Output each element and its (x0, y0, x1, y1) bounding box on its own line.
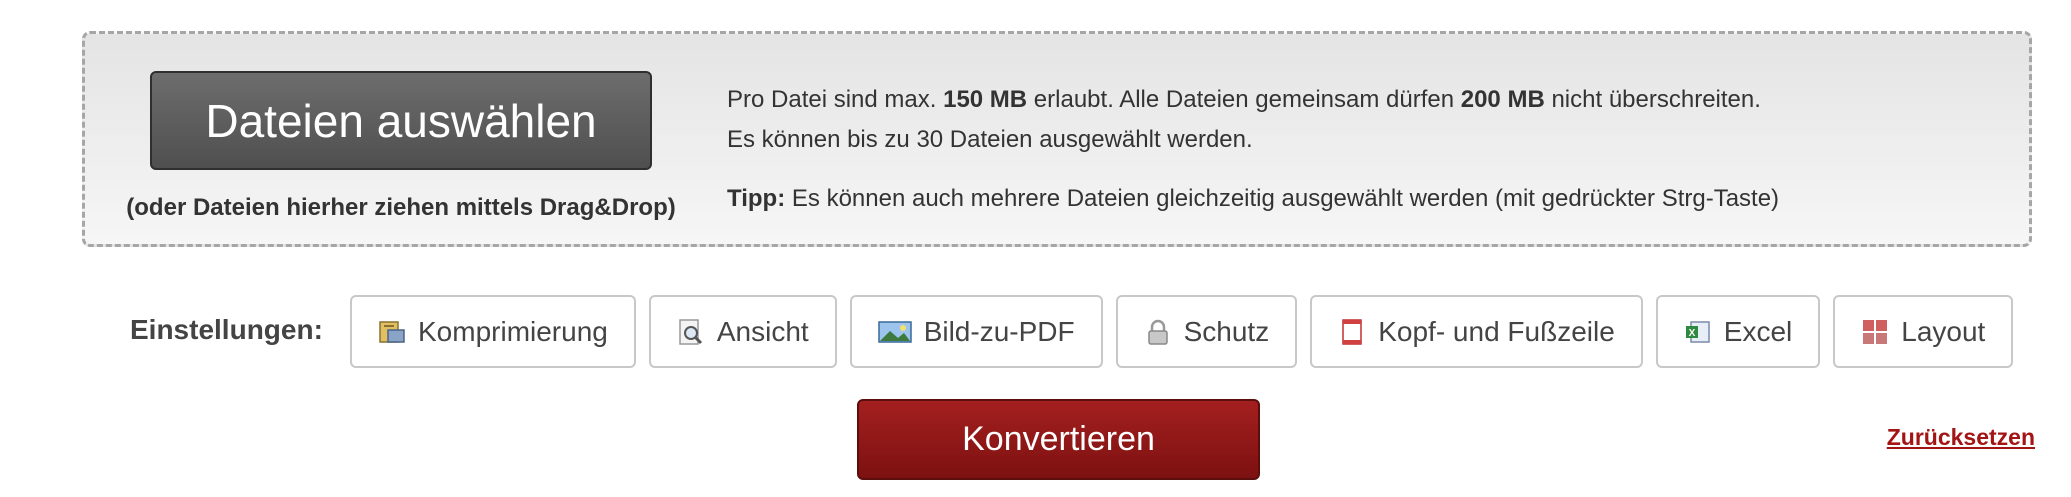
settings-layout-button[interactable]: Layout (1833, 295, 2014, 368)
settings-excel-button[interactable]: X Excel (1655, 295, 1821, 368)
file-drop-zone[interactable]: Dateien auswählen (oder Dateien hierher … (82, 31, 2032, 247)
upload-info: Pro Datei sind max. 150 MB erlaubt. Alle… (727, 80, 1779, 219)
file-count-text: Es können bis zu 30 Dateien ausgewählt w… (727, 126, 1253, 153)
settings-image-to-pdf-label: Bild-zu-PDF (923, 315, 1075, 347)
image-icon (877, 318, 912, 346)
settings-label: Einstellungen: (130, 314, 323, 345)
settings-compression-button[interactable]: Komprimierung (350, 295, 636, 368)
settings-compression-label: Komprimierung (418, 315, 608, 347)
reset-link[interactable]: Zurücksetzen (1887, 424, 2035, 451)
size-limit-text-b: erlaubt. Alle Dateien gemeinsam dürfen (1027, 86, 1461, 113)
settings-layout-label: Layout (1901, 315, 1986, 347)
settings-protection-button[interactable]: Schutz (1115, 295, 1298, 368)
settings-image-to-pdf-button[interactable]: Bild-zu-PDF (849, 295, 1103, 368)
convert-button[interactable]: Konvertieren (857, 399, 1260, 480)
tip-body: Es können auch mehrere Dateien gleichzei… (785, 185, 1780, 212)
settings-view-button[interactable]: Ansicht (648, 295, 837, 368)
size-limit-text-c: nicht überschreiten. (1544, 86, 1761, 113)
svg-text:X: X (1688, 328, 1695, 339)
tip-text: Tipp: Es können auch mehrere Dateien gle… (727, 179, 1779, 219)
lock-icon (1144, 318, 1172, 346)
compress-icon (378, 318, 406, 346)
settings-header-footer-label: Kopf- und Fußzeile (1378, 315, 1615, 347)
settings-excel-label: Excel (1723, 315, 1793, 347)
size-per-file: 150 MB (943, 86, 1028, 113)
settings-protection-label: Schutz (1183, 315, 1270, 347)
tip-label: Tipp: (727, 185, 786, 212)
magnifier-icon (677, 318, 705, 346)
settings-toolbar: Komprimierung Ansicht Bild-zu-PDF Schutz… (350, 295, 2014, 368)
drag-drop-hint: (oder Dateien hierher ziehen mittels Dra… (126, 194, 676, 221)
settings-view-label: Ansicht (716, 315, 809, 347)
size-limit-text-a: Pro Datei sind max. (727, 86, 944, 113)
layout-grid-icon (1861, 318, 1889, 346)
size-limit-text: Pro Datei sind max. 150 MB erlaubt. Alle… (727, 80, 1779, 120)
choose-files-button[interactable]: Dateien auswählen (150, 71, 652, 170)
settings-header-footer-button[interactable]: Kopf- und Fußzeile (1310, 295, 1643, 368)
document-icon (1338, 318, 1366, 346)
size-total: 200 MB (1460, 86, 1545, 113)
excel-icon: X (1684, 318, 1712, 346)
